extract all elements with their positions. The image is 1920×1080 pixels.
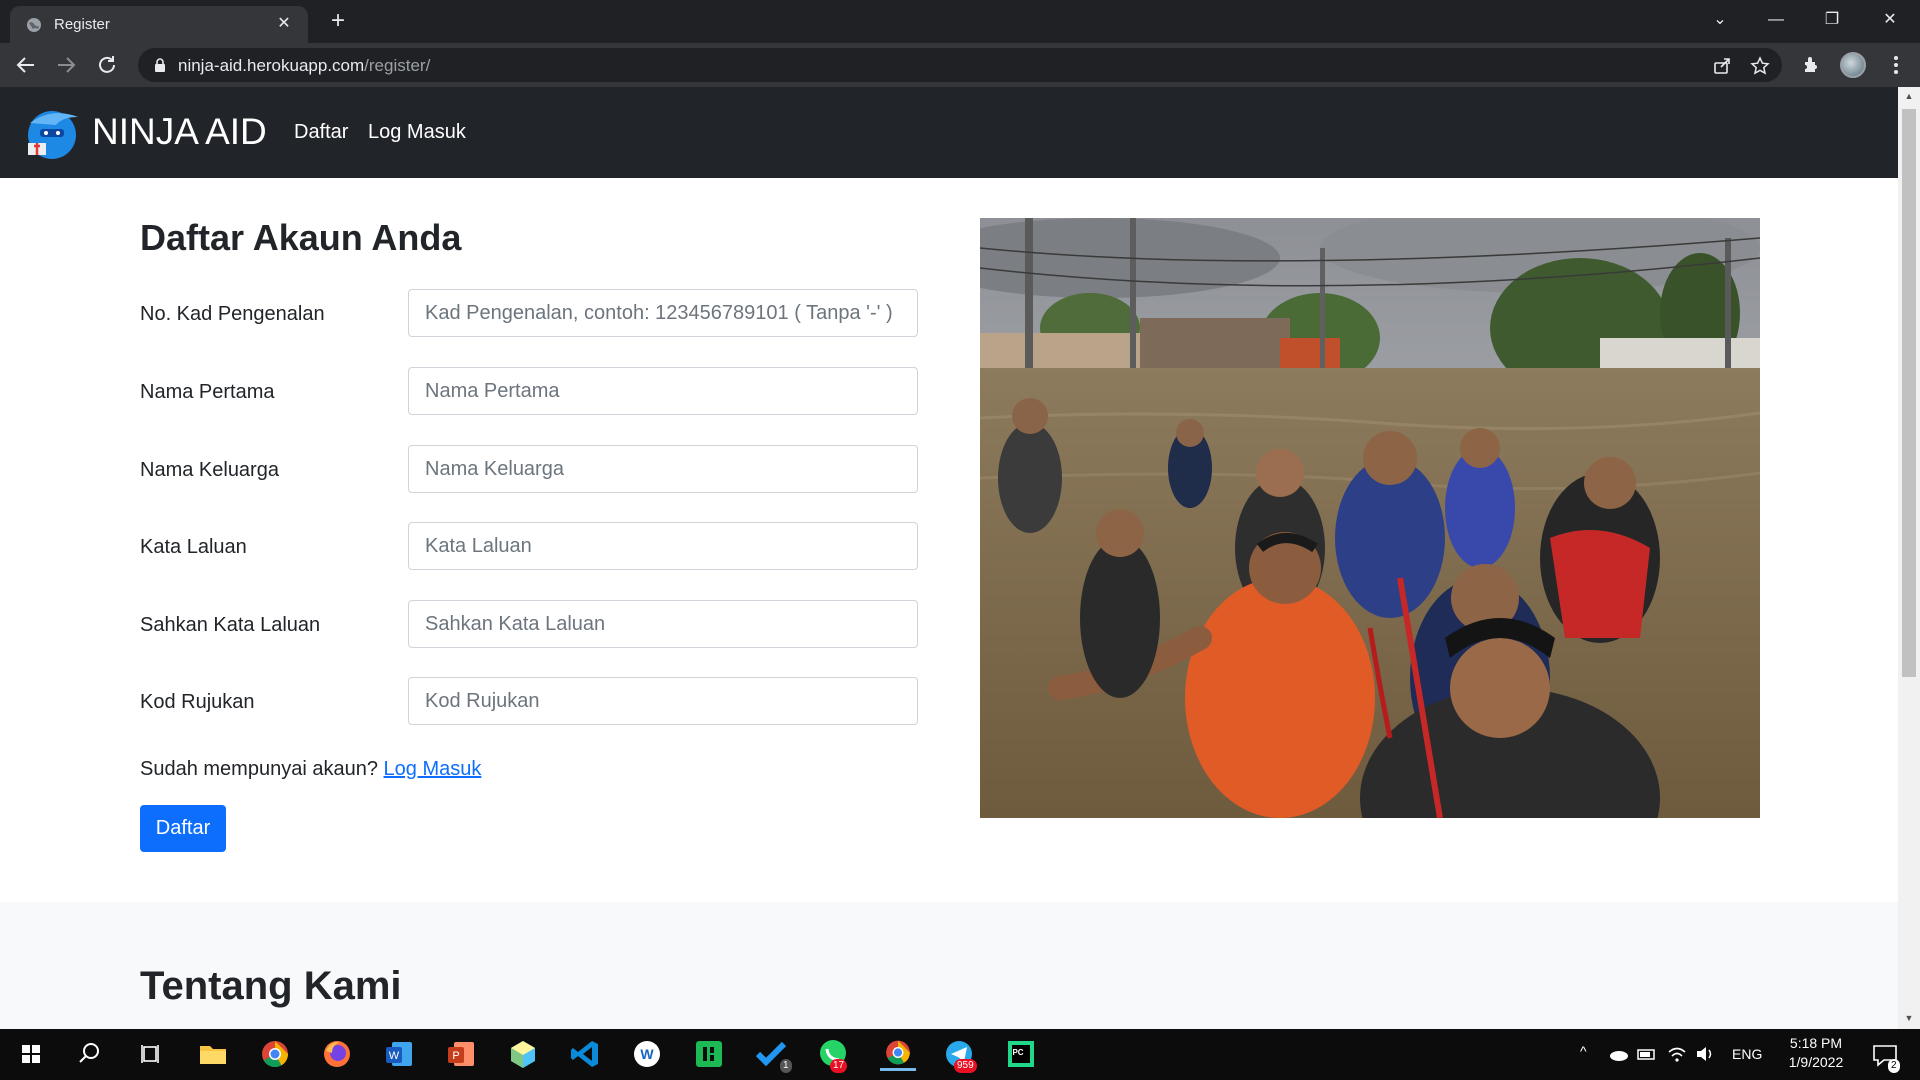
signin-link[interactable]: Log Masuk bbox=[384, 758, 482, 780]
powerpoint-icon[interactable]: P bbox=[444, 1037, 478, 1071]
share-icon[interactable] bbox=[1712, 56, 1732, 76]
label-first-name: Nama Pertama bbox=[140, 381, 275, 403]
tab-search-icon[interactable]: ⌄ bbox=[1700, 6, 1740, 34]
referral-code-input[interactable] bbox=[408, 677, 918, 725]
browser-toolbar: ninja-aid.herokuapp.com/register/ bbox=[0, 43, 1920, 87]
nav-link-log-masuk[interactable]: Log Masuk bbox=[368, 121, 466, 144]
last-name-input[interactable] bbox=[408, 445, 918, 493]
file-explorer-icon[interactable] bbox=[196, 1037, 230, 1071]
address-bar[interactable]: ninja-aid.herokuapp.com/register/ bbox=[138, 48, 1782, 82]
clock-date: 1/9/2022 bbox=[1788, 1054, 1844, 1070]
scroll-down-arrow-icon[interactable]: ▼ bbox=[1904, 1013, 1914, 1023]
site-navbar: NINJA AID Daftar Log Masuk bbox=[0, 87, 1898, 178]
label-ic-number: No. Kad Pengenalan bbox=[140, 303, 325, 325]
extensions-puzzle-icon[interactable] bbox=[1800, 53, 1824, 77]
clock-time: 5:18 PM bbox=[1789, 1035, 1843, 1051]
new-tab-icon[interactable]: + bbox=[326, 8, 350, 34]
forward-arrow-icon[interactable] bbox=[54, 53, 78, 77]
language-indicator[interactable]: ENG bbox=[1732, 1046, 1762, 1062]
first-name-input[interactable] bbox=[408, 367, 918, 415]
nav-link-daftar[interactable]: Daftar bbox=[294, 121, 348, 144]
vscode-icon[interactable] bbox=[568, 1037, 602, 1071]
label-referral-code: Kod Rujukan bbox=[140, 691, 255, 713]
scrollbar-thumb[interactable] bbox=[1902, 109, 1916, 677]
bookmark-star-icon[interactable] bbox=[1750, 56, 1770, 76]
wifi-icon[interactable] bbox=[1666, 1037, 1688, 1071]
windows-taskbar: W P W 1 17 959 PC ^ ENG 5:18 PM 1/9/2022… bbox=[0, 1029, 1920, 1080]
url-text[interactable]: ninja-aid.herokuapp.com/register/ bbox=[178, 56, 430, 76]
w-app-icon[interactable]: W bbox=[630, 1037, 664, 1071]
svg-text:P: P bbox=[452, 1050, 459, 1062]
word-icon[interactable]: W bbox=[382, 1037, 416, 1071]
task-view-icon[interactable] bbox=[134, 1037, 168, 1071]
close-window-icon[interactable]: ✕ bbox=[1870, 6, 1910, 34]
label-confirm-password: Sahkan Kata Laluan bbox=[140, 614, 321, 636]
windows-start-icon[interactable] bbox=[14, 1037, 48, 1071]
chrome-active-icon[interactable] bbox=[880, 1037, 916, 1071]
svg-text:PC: PC bbox=[1012, 1048, 1023, 1057]
clock[interactable]: 5:18 PM 1/9/2022 bbox=[1776, 1035, 1856, 1070]
page-viewport: NINJA AID Daftar Log Masuk Daftar Akaun … bbox=[0, 87, 1898, 1029]
battery-icon[interactable] bbox=[1636, 1037, 1658, 1071]
todo-badge: 1 bbox=[780, 1059, 792, 1073]
site-brand[interactable]: NINJA AID bbox=[92, 111, 267, 153]
globe-icon bbox=[27, 18, 41, 32]
notification-count: 2 bbox=[1888, 1059, 1900, 1073]
restore-icon[interactable]: ❐ bbox=[1812, 6, 1852, 34]
green-app-icon[interactable] bbox=[692, 1037, 726, 1071]
register-submit-button[interactable]: Daftar bbox=[140, 805, 226, 852]
minimize-icon[interactable]: — bbox=[1756, 6, 1796, 34]
telegram-badge: 959 bbox=[954, 1059, 977, 1073]
onedrive-cloud-icon[interactable] bbox=[1608, 1037, 1630, 1071]
tab-title: Register bbox=[54, 16, 110, 33]
pycharm-icon[interactable]: PC bbox=[1004, 1037, 1038, 1071]
lock-icon[interactable] bbox=[154, 58, 166, 72]
firefox-icon[interactable] bbox=[320, 1037, 354, 1071]
reload-icon[interactable] bbox=[95, 53, 119, 77]
profile-avatar[interactable] bbox=[1840, 52, 1866, 78]
svg-text:W: W bbox=[640, 1046, 654, 1062]
label-password: Kata Laluan bbox=[140, 536, 247, 558]
ic-number-input[interactable] bbox=[408, 289, 918, 337]
about-title: Tentang Kami bbox=[140, 964, 402, 1008]
label-last-name: Nama Keluarga bbox=[140, 459, 279, 481]
more-menu-icon[interactable] bbox=[1884, 53, 1908, 77]
svg-text:W: W bbox=[389, 1050, 400, 1062]
password-input[interactable] bbox=[408, 522, 918, 570]
scroll-up-arrow-icon[interactable]: ▲ bbox=[1904, 91, 1914, 101]
whatsapp-badge: 17 bbox=[830, 1059, 848, 1073]
about-section: Tentang Kami bbox=[0, 902, 1898, 1029]
confirm-password-input[interactable] bbox=[408, 600, 918, 648]
flood-rescue-photo bbox=[980, 218, 1760, 818]
signin-prompt-text: Sudah mempunyai akaun? bbox=[140, 758, 378, 780]
browser-tab[interactable]: Register ✕ bbox=[10, 6, 308, 43]
browser-tab-bar: Register ✕ + ⌄ — ❐ ✕ bbox=[0, 0, 1920, 43]
ninja-logo-icon[interactable] bbox=[22, 103, 84, 163]
volume-icon[interactable] bbox=[1694, 1037, 1716, 1071]
show-hidden-icons[interactable]: ^ bbox=[1580, 1043, 1587, 1059]
page-scrollbar[interactable]: ▲ ▼ bbox=[1898, 87, 1920, 1029]
page-title: Daftar Akaun Anda bbox=[140, 217, 462, 258]
cube-app-icon[interactable] bbox=[506, 1037, 540, 1071]
close-tab-icon[interactable]: ✕ bbox=[274, 14, 294, 34]
signin-prompt: Sudah mempunyai akaun? Log Masuk bbox=[140, 758, 481, 781]
chrome-icon[interactable] bbox=[258, 1037, 292, 1071]
search-icon[interactable] bbox=[72, 1037, 106, 1071]
back-arrow-icon[interactable] bbox=[14, 53, 38, 77]
